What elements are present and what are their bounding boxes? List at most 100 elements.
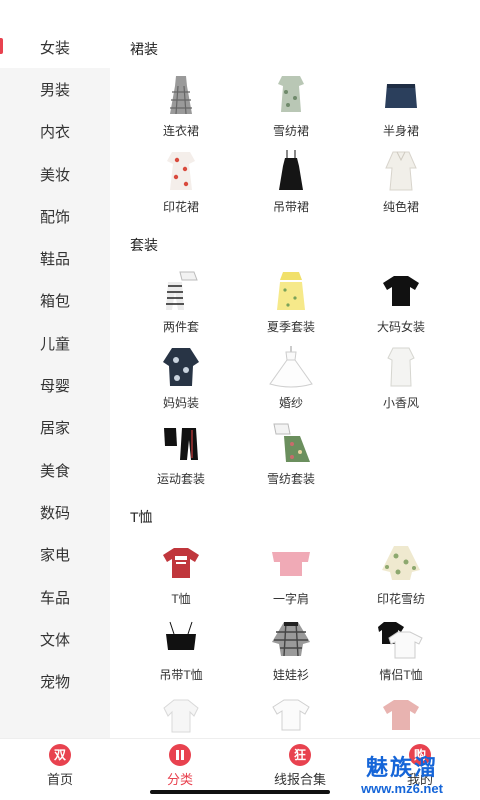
category-item-label: 小香风 xyxy=(382,396,419,410)
category-item-label: 运动套装 xyxy=(156,472,205,486)
category-item-label: 吊带裙 xyxy=(272,200,309,214)
sidebar-item-appliances[interactable]: 家电 xyxy=(0,534,110,576)
mom-outfit-icon xyxy=(163,348,199,386)
wedding-dress-icon xyxy=(269,346,313,388)
category-item-label: 两件套 xyxy=(162,320,199,334)
sidebar-item-label: 宠物 xyxy=(40,674,71,692)
sidebar-item-bags[interactable]: 箱包 xyxy=(0,280,110,322)
sidebar-item-label: 男装 xyxy=(40,81,71,99)
category-item-off-shoulder[interactable]: 一字肩 xyxy=(236,538,346,614)
couple-tee-icon xyxy=(378,622,423,659)
sidebar-item-label: 美食 xyxy=(40,462,71,480)
category-item-pink-tee[interactable] xyxy=(346,690,456,738)
floral-dress-icon xyxy=(278,76,304,112)
category-item-label: 连衣裙 xyxy=(162,124,199,138)
category-item-white-dress[interactable]: 纯色裙 xyxy=(346,146,456,222)
print-dress-icon xyxy=(167,152,195,190)
sidebar-item-accessories[interactable]: 配饰 xyxy=(0,195,110,237)
category-item-label: T恤 xyxy=(171,592,191,606)
sidebar-item-food[interactable]: 美食 xyxy=(0,449,110,491)
category-grid: 连衣裙 雪纺裙 半身裙 印花裙 吊带裙 纯色裙 xyxy=(110,70,480,222)
black-tee-icon xyxy=(383,276,419,306)
sidebar-item-women[interactable]: 女装 xyxy=(0,26,110,69)
category-grid: 两件套 夏季套装 大码女装 妈妈装 婚纱 小香风 运动套装 雪纺套装 xyxy=(110,266,480,494)
category-item-denim-skirt[interactable]: 半身裙 xyxy=(346,70,456,146)
category-item-doll-shirt[interactable]: 娃娃衫 xyxy=(236,614,346,690)
category-item-white-blouse[interactable] xyxy=(126,690,236,738)
sidebar-item-pets[interactable]: 宠物 xyxy=(0,660,110,702)
gingham-blouse-icon xyxy=(272,621,310,657)
category-item-chanel-style[interactable]: 小香风 xyxy=(346,342,456,418)
deals-badge-icon: 狂 xyxy=(289,744,311,766)
white-blouse-icon xyxy=(163,699,199,733)
category-item-label: 妈妈装 xyxy=(162,396,199,410)
crop-cami-icon xyxy=(166,621,196,650)
sidebar-item-home[interactable]: 居家 xyxy=(0,407,110,449)
sidebar-item-label: 数码 xyxy=(40,504,71,522)
sidebar-item-men[interactable]: 男装 xyxy=(0,68,110,110)
sidebar-item-label: 箱包 xyxy=(40,293,71,311)
sidebar-item-label: 车品 xyxy=(40,589,71,607)
watermark-title: 魅族溜 xyxy=(365,756,438,781)
sidebar-item-shoes[interactable]: 鞋品 xyxy=(0,237,110,279)
category-item-label: 夏季套装 xyxy=(266,320,315,334)
category-item-summer-set[interactable]: 夏季套装 xyxy=(236,266,346,342)
category-item-label: 半身裙 xyxy=(382,124,419,138)
white-tunic-icon xyxy=(387,347,415,387)
category-item-label: 印花裙 xyxy=(162,200,199,214)
home-badge-icon: 双 xyxy=(49,744,71,766)
tab-label: 分类 xyxy=(166,772,193,787)
sidebar-item-sports[interactable]: 文体 xyxy=(0,618,110,660)
sidebar-item-underwear[interactable]: 内衣 xyxy=(0,111,110,153)
category-item-label: 娃娃衫 xyxy=(272,668,309,682)
category-grid: T恤 一字肩 印花雪纺 吊带T恤 娃娃衫 情侣T恤 xyxy=(110,538,480,738)
category-item-sport-set[interactable]: 运动套装 xyxy=(126,418,236,494)
category-item-label: 雪纺套装 xyxy=(266,472,315,486)
tab-home[interactable]: 双 首页 xyxy=(0,739,120,800)
sidebar-item-baby[interactable]: 母婴 xyxy=(0,364,110,406)
sidebar-item-car[interactable]: 车品 xyxy=(0,576,110,618)
sidebar-item-label: 文体 xyxy=(40,631,71,649)
category-item-mom-outfit[interactable]: 妈妈装 xyxy=(126,342,236,418)
plaid-dress-icon xyxy=(170,76,192,115)
category-content: 裙装 连衣裙 雪纺裙 半身裙 印花裙 吊带裙 纯色裙 套装 两件套 夏季套装 大… xyxy=(110,26,480,738)
sidebar-item-label: 家电 xyxy=(40,547,71,565)
red-tee-icon xyxy=(163,548,199,578)
section-title: T恤 xyxy=(130,509,153,525)
pause-icon xyxy=(169,744,191,766)
white-dress-icon xyxy=(385,151,417,191)
sidebar-item-label: 居家 xyxy=(40,420,71,438)
summer-set-icon xyxy=(277,272,305,310)
sidebar-item-label: 鞋品 xyxy=(40,251,71,269)
category-item-plaid-dress[interactable]: 连衣裙 xyxy=(126,70,236,146)
category-item-couple-tee[interactable]: 情侣T恤 xyxy=(346,614,456,690)
section-title: 裙装 xyxy=(130,41,158,57)
sidebar-item-digital[interactable]: 数码 xyxy=(0,491,110,533)
category-item-label: 纯色裙 xyxy=(382,200,419,214)
sidebar-item-label: 配饰 xyxy=(40,208,71,226)
sidebar-item-beauty[interactable]: 美妆 xyxy=(0,153,110,195)
category-item-white-tee[interactable] xyxy=(236,690,346,738)
sidebar-item-label: 母婴 xyxy=(40,378,71,396)
category-item-floral-dress[interactable]: 雪纺裙 xyxy=(236,70,346,146)
category-item-plus-size[interactable]: 大码女装 xyxy=(346,266,456,342)
category-item-tshirt[interactable]: T恤 xyxy=(126,538,236,614)
category-item-label: 婚纱 xyxy=(278,396,303,410)
sidebar-item-kids[interactable]: 儿童 xyxy=(0,322,110,364)
sidebar-item-label: 儿童 xyxy=(40,335,71,353)
category-item-slip-dress[interactable]: 吊带裙 xyxy=(236,146,346,222)
category-item-chiffon-set[interactable]: 雪纺套装 xyxy=(236,418,346,494)
category-item-label: 情侣T恤 xyxy=(379,668,423,682)
section-title: 套装 xyxy=(130,237,158,253)
category-sidebar: 女装 男装 内衣 美妆 配饰 鞋品 箱包 儿童 母婴 居家 美食 数码 家电 车… xyxy=(0,26,110,738)
category-item-two-piece[interactable]: 两件套 xyxy=(126,266,236,342)
tab-label: 线报合集 xyxy=(273,772,326,787)
two-piece-icon xyxy=(166,271,198,310)
category-item-print-chiffon[interactable]: 印花雪纺 xyxy=(346,538,456,614)
category-item-cami-tee[interactable]: 吊带T恤 xyxy=(126,614,236,690)
category-item-wedding-dress[interactable]: 婚纱 xyxy=(236,342,346,418)
print-chiffon-icon xyxy=(382,546,420,580)
home-indicator[interactable] xyxy=(150,790,330,794)
category-item-print-dress[interactable]: 印花裙 xyxy=(126,146,236,222)
app: 女装 男装 内衣 美妆 配饰 鞋品 箱包 儿童 母婴 居家 美食 数码 家电 车… xyxy=(0,0,480,800)
